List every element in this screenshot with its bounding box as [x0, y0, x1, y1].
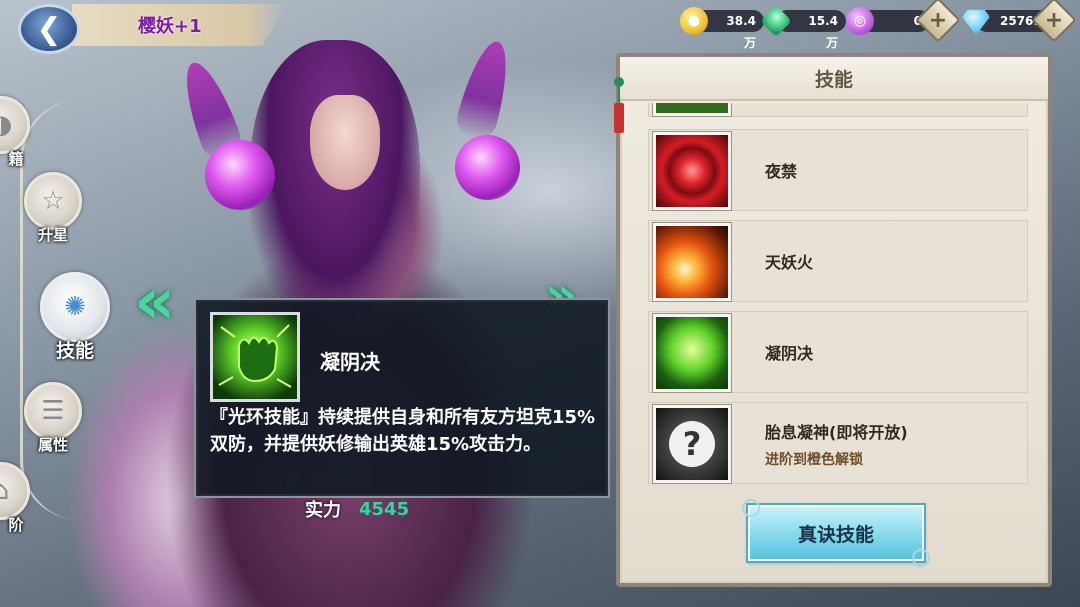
green-fist-icon [653, 314, 731, 392]
plus-icon: + [1044, 7, 1064, 33]
star-icon: ☆ [24, 172, 82, 230]
cloud-ornament-icon [742, 499, 760, 517]
cloud-ornament-icon [912, 549, 930, 567]
skill-row-tianyaohuo[interactable]: 天妖火 [648, 220, 1028, 302]
gold-coin-icon: ● [680, 7, 708, 35]
side-nav-label: 籍 [8, 150, 24, 168]
back-arrow-icon: ❮ [36, 11, 62, 47]
orb-right [455, 135, 520, 200]
side-nav-star-up[interactable]: ☆ 升星 [24, 172, 82, 245]
skill-icon-hidden [653, 103, 731, 116]
rank-icon: ⌂ [0, 462, 30, 520]
book-icon: ◑ [0, 96, 30, 154]
side-nav-label: 属性 [37, 436, 68, 454]
orb-left [205, 140, 275, 210]
side-nav-label: 阶 [8, 516, 24, 534]
panel-header: 技能 [620, 57, 1048, 101]
locked-question-icon: ? [653, 405, 731, 483]
plus-icon: + [928, 7, 948, 33]
true-skill-button[interactable]: 真诀技能 [742, 499, 930, 567]
skill-icon: ✺ [40, 272, 110, 342]
skill-row-taixi[interactable]: ? 胎息凝神(即将开放) 进阶到橙色解锁 [648, 402, 1028, 484]
side-nav-rank[interactable]: ⌂ 阶 [0, 462, 30, 535]
panel-title: 技能 [814, 68, 853, 91]
hero-name: 樱妖+1 [138, 16, 202, 37]
skill-panel: 技能 夜禁 天妖火 凝阴决 ? 胎息凝神(即将开放) 进阶到橙色解锁 真诀技能 [614, 53, 1052, 587]
prev-hero-arrow[interactable]: « [134, 270, 175, 334]
tooltip-skill-name: 凝阴决 [320, 350, 380, 374]
skill-unlock-hint: 进阶到橙色解锁 [765, 452, 863, 468]
skill-tooltip: 凝阴决 『光环技能』持续提供自身和所有友方坦克15%双防，并提供妖修输出英雄15… [194, 298, 610, 498]
power-value: 4545 [359, 498, 410, 520]
skill-name: 凝阴决 [765, 344, 814, 363]
question-mark-icon: ? [669, 421, 715, 467]
skill-name: 天妖火 [765, 253, 814, 272]
side-nav-attributes[interactable]: ☰ 属性 [24, 382, 82, 455]
back-button[interactable]: ❮ [18, 4, 80, 54]
skill-row-hidden[interactable] [648, 103, 1028, 117]
skill-row-ningyinjue[interactable]: 凝阴决 [648, 311, 1028, 393]
skill-name: 胎息凝神(即将开放) [765, 423, 908, 442]
tassel-decoration [614, 77, 624, 137]
side-nav-skills[interactable]: ✺ 技能 [40, 272, 110, 363]
skill-name: 夜禁 [765, 162, 798, 181]
true-skill-label: 真诀技能 [797, 523, 874, 546]
currency-gold: ● 38.4万 [680, 7, 764, 50]
skill-list[interactable]: 夜禁 天妖火 凝阴决 ? 胎息凝神(即将开放) 进阶到橙色解锁 [648, 103, 1028, 489]
skill-row-yejin[interactable]: 夜禁 [648, 129, 1028, 211]
green-fist-icon [210, 312, 300, 402]
tooltip-description: 『光环技能』持续提供自身和所有友方坦克15%双防，并提供妖修输出英雄15%攻击力… [210, 407, 596, 455]
attributes-icon: ☰ [24, 382, 82, 440]
red-vortex-icon [653, 132, 731, 210]
hero-face [310, 95, 380, 190]
side-nav-label: 升星 [37, 226, 68, 244]
side-nav-label: 技能 [55, 340, 94, 362]
hero-name-banner: 樱妖+1 [72, 4, 288, 46]
side-nav-book[interactable]: ◑ 籍 [0, 96, 30, 169]
hero-power: 实力 4545 [205, 494, 445, 524]
fireball-icon [653, 223, 731, 301]
power-label: 实力 [305, 500, 341, 521]
purple-orb-icon: ◎ [846, 7, 874, 35]
currency-gem: 15.4万 [760, 5, 846, 50]
